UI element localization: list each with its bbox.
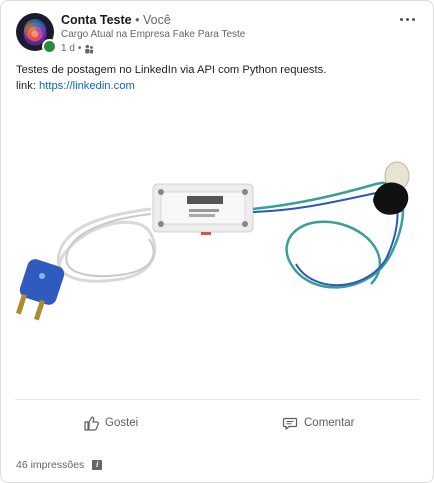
author-headline: Cargo Atual na Empresa Fake Para Teste <box>61 29 246 40</box>
author-relation: Você <box>142 13 171 27</box>
plug <box>16 259 65 321</box>
like-button[interactable]: Gostei <box>83 410 138 436</box>
comment-icon <box>282 417 298 430</box>
actions-divider <box>15 399 419 400</box>
comment-label: Comentar <box>304 417 355 429</box>
bulb <box>373 161 410 215</box>
author-name[interactable]: Conta Teste <box>61 13 132 27</box>
online-status-icon <box>42 39 57 54</box>
like-label: Gostei <box>105 417 139 429</box>
post-body: Testes de postagem no LinkedIn via API c… <box>16 64 327 76</box>
author-separator: • <box>135 13 140 27</box>
more-options-icon[interactable] <box>395 11 419 27</box>
post-time: 1 d <box>61 43 75 54</box>
people-icon <box>85 44 94 53</box>
post-link-line: link: https://linkedin.com <box>16 78 416 94</box>
link-prefix: link: <box>16 80 40 92</box>
author-line: Conta Teste • Você <box>61 12 171 28</box>
impressions-stat[interactable]: 46 impressões i <box>16 459 103 471</box>
post-link[interactable]: https://linkedin.com <box>39 80 135 92</box>
post-card: Conta Teste • Você Cargo Atual na Empres… <box>0 0 434 483</box>
post-image[interactable] <box>1 114 433 396</box>
post-text: Testes de postagem no LinkedIn via API c… <box>16 62 416 94</box>
comment-button[interactable]: Comentar <box>282 410 355 436</box>
switch-device <box>152 183 254 235</box>
post-meta: 1 d • <box>61 42 94 55</box>
time-separator: • <box>77 43 82 54</box>
impressions-count: 46 impressões <box>16 459 85 471</box>
thumbs-up-icon <box>84 416 99 431</box>
info-icon[interactable]: i <box>92 460 103 470</box>
